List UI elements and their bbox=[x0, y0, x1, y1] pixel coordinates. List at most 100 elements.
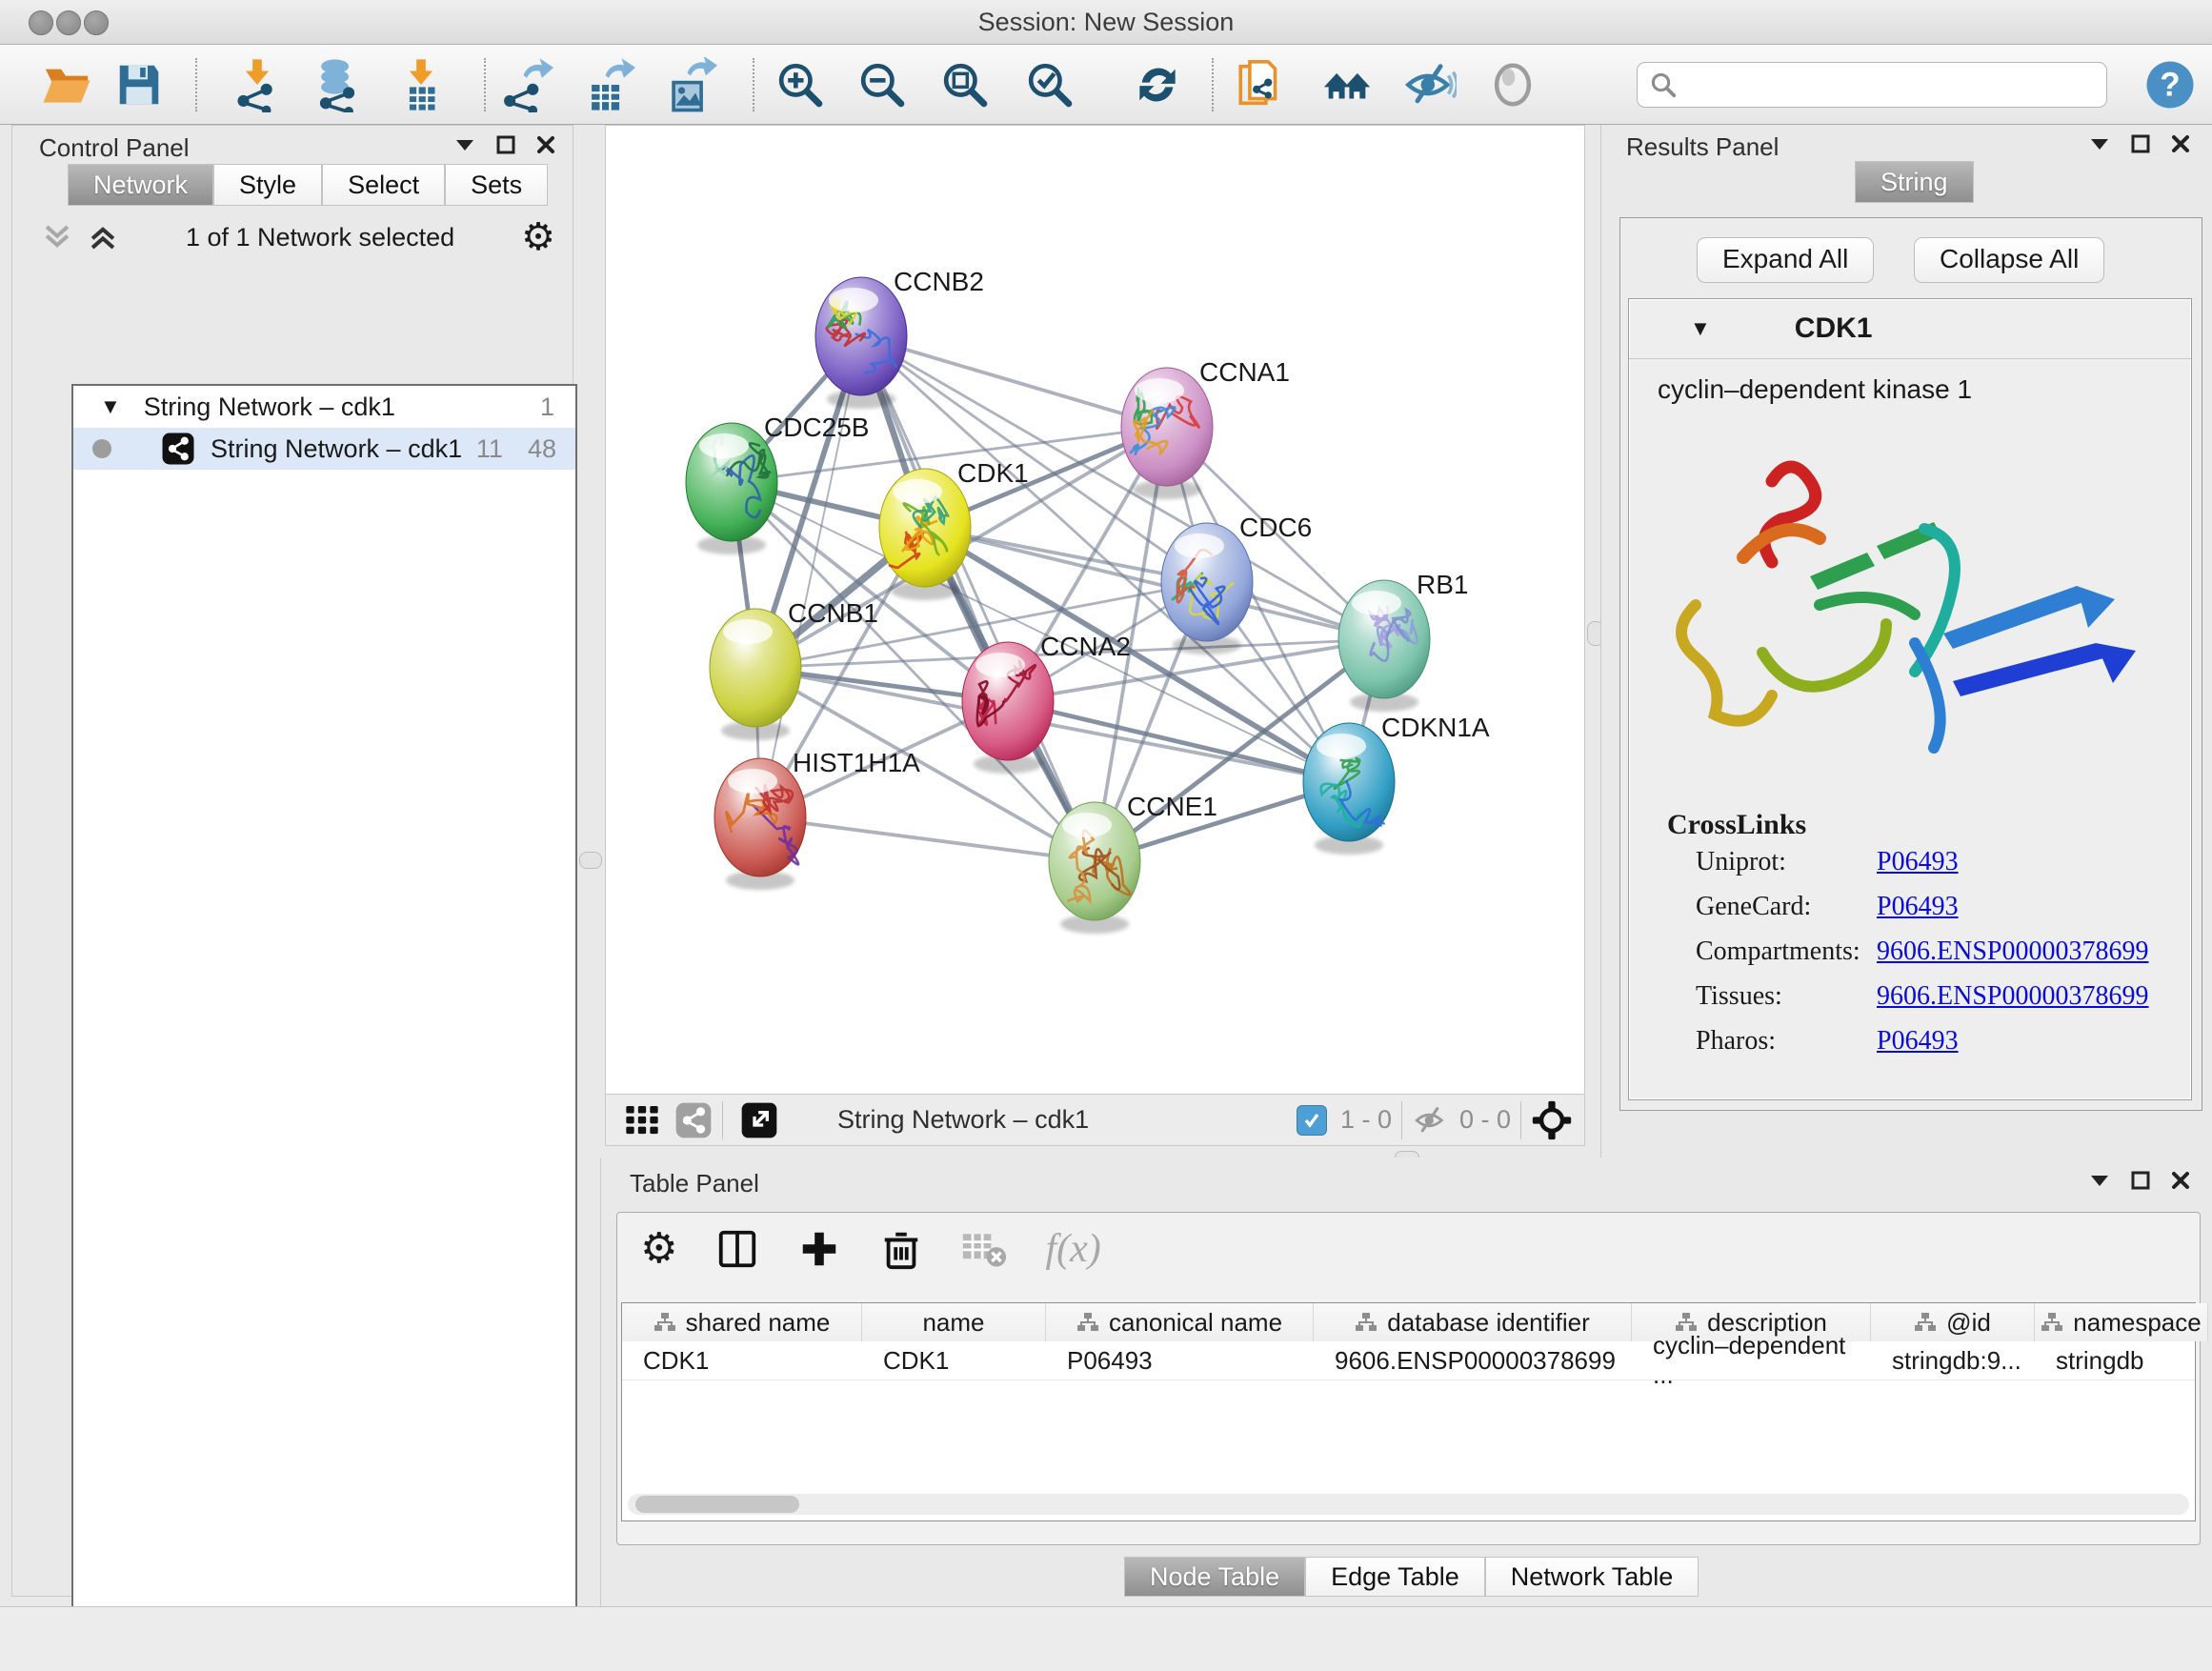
import-network-icon bbox=[230, 57, 285, 112]
network-status-dot bbox=[92, 439, 111, 458]
zoom-in-button[interactable] bbox=[772, 56, 829, 113]
network-node-CCNE1[interactable] bbox=[1049, 802, 1140, 934]
grid-view-icon[interactable] bbox=[623, 1101, 661, 1139]
close-panel-icon[interactable] bbox=[2171, 134, 2190, 153]
pan-crosshair-icon[interactable] bbox=[1531, 1099, 1573, 1141]
toolbar-separator bbox=[1212, 58, 1214, 111]
hide-unhide-button[interactable] bbox=[1400, 56, 1458, 113]
network-options-gear-icon[interactable]: ⚙ bbox=[521, 218, 555, 256]
crosslink-value-link[interactable]: P06493 bbox=[1877, 892, 1959, 922]
network-node-HIST1H1A[interactable] bbox=[714, 758, 806, 890]
column-tree-icon bbox=[1914, 1312, 1937, 1333]
import-network-button[interactable] bbox=[229, 56, 286, 113]
tab-network-table[interactable]: Network Table bbox=[1485, 1557, 1699, 1597]
birds-eye-view-icon[interactable] bbox=[740, 1101, 778, 1139]
close-panel-icon[interactable] bbox=[2171, 1171, 2190, 1190]
horizontal-scrollbar[interactable] bbox=[628, 1494, 2189, 1515]
network-node-CDC6[interactable] bbox=[1161, 523, 1253, 654]
publication-export-button[interactable] bbox=[1233, 56, 1290, 113]
network-node-CDC25B[interactable] bbox=[686, 423, 777, 554]
tab-sets[interactable]: Sets bbox=[445, 164, 548, 206]
panel-menu-icon[interactable] bbox=[2089, 137, 2110, 151]
expand-all-icon[interactable] bbox=[87, 223, 119, 252]
node-label: CDK1 bbox=[957, 458, 1029, 488]
table-cell[interactable]: 9606.ENSP00000378699 bbox=[1314, 1341, 1632, 1379]
network-edge[interactable] bbox=[861, 336, 1095, 861]
column-header-@id[interactable]: @id bbox=[1871, 1303, 2035, 1341]
export-table-icon bbox=[580, 57, 635, 112]
crosslink-value-link[interactable]: P06493 bbox=[1877, 1026, 1959, 1057]
delete-column-icon[interactable] bbox=[879, 1227, 923, 1271]
network-canvas[interactable]: CCNB2CCNA1CDC25BCDK1CDC6RB1CCNB1CCNA2CDK… bbox=[605, 125, 1585, 1096]
network-edge[interactable] bbox=[760, 336, 861, 817]
float-panel-icon[interactable] bbox=[496, 135, 515, 154]
import-table-button[interactable] bbox=[392, 56, 450, 113]
crosslink-value-link[interactable]: P06493 bbox=[1877, 847, 1959, 877]
open-session-button[interactable] bbox=[38, 56, 95, 113]
export-image-button[interactable] bbox=[661, 56, 718, 113]
show-columns-icon[interactable] bbox=[715, 1227, 759, 1271]
zoom-fit-button[interactable] bbox=[936, 56, 994, 113]
function-builder-icon: f(x) bbox=[1045, 1226, 1100, 1272]
export-network-button[interactable] bbox=[497, 56, 554, 113]
zoom-fit-icon bbox=[938, 58, 992, 111]
panel-menu-icon[interactable] bbox=[2089, 1174, 2110, 1187]
left-splitter-handle[interactable] bbox=[579, 852, 602, 869]
crosslink-value-link[interactable]: 9606.ENSP00000378699 bbox=[1877, 936, 2148, 967]
network-edge[interactable] bbox=[861, 336, 1167, 427]
column-header-canonical-name[interactable]: canonical name bbox=[1046, 1303, 1314, 1341]
table-cell[interactable]: CDK1 bbox=[862, 1341, 1046, 1379]
protein-card-header[interactable]: ▼ CDK1 bbox=[1629, 299, 2191, 359]
expand-all-button[interactable]: Expand All bbox=[1697, 237, 1874, 283]
homes-button[interactable] bbox=[1318, 56, 1376, 113]
network-node-CDKN1A[interactable] bbox=[1303, 723, 1395, 855]
collection-expander-icon[interactable]: ▼ bbox=[100, 394, 121, 419]
network-row[interactable]: String Network – cdk1 11 48 bbox=[73, 428, 575, 470]
column-header-name[interactable]: name bbox=[862, 1303, 1046, 1341]
tab-edge-table[interactable]: Edge Table bbox=[1305, 1557, 1485, 1597]
open-folder-icon bbox=[40, 58, 93, 111]
selected-checkbox[interactable] bbox=[1297, 1105, 1327, 1136]
close-panel-icon[interactable] bbox=[536, 135, 555, 154]
table-options-gear-icon[interactable]: ⚙ bbox=[640, 1228, 677, 1270]
float-panel-icon[interactable] bbox=[2131, 1171, 2150, 1190]
search-input[interactable] bbox=[1637, 62, 2107, 108]
tab-node-table[interactable]: Node Table bbox=[1124, 1557, 1305, 1597]
network-edge[interactable] bbox=[760, 817, 1095, 861]
table-cell[interactable]: stringdb:9... bbox=[1871, 1341, 2035, 1379]
network-collection-row[interactable]: ▼ String Network – cdk1 1 bbox=[73, 386, 575, 428]
tab-network[interactable]: Network bbox=[68, 164, 213, 206]
float-panel-icon[interactable] bbox=[2131, 134, 2150, 153]
add-column-icon[interactable] bbox=[797, 1227, 841, 1271]
network-share-gray-icon[interactable] bbox=[674, 1101, 713, 1139]
collapse-section-icon[interactable]: ▼ bbox=[1690, 316, 1711, 341]
save-session-button[interactable] bbox=[111, 56, 168, 113]
refresh-button[interactable] bbox=[1129, 56, 1186, 113]
network-edge[interactable] bbox=[1008, 701, 1349, 782]
scrollbar-thumb[interactable] bbox=[635, 1496, 799, 1513]
network-node-CCNB1[interactable] bbox=[710, 609, 801, 740]
table-cell[interactable]: stringdb bbox=[2035, 1341, 2208, 1379]
network-node-CCNB2[interactable] bbox=[815, 277, 907, 409]
column-header-namespace[interactable]: namespace bbox=[2035, 1303, 2208, 1341]
tab-style[interactable]: Style bbox=[213, 164, 322, 206]
import-network-from-database-button[interactable] bbox=[309, 56, 366, 113]
crosslink-value-link[interactable]: 9606.ENSP00000378699 bbox=[1877, 981, 2148, 1012]
tab-select[interactable]: Select bbox=[322, 164, 445, 206]
network-node-RB1[interactable] bbox=[1338, 580, 1430, 712]
collapse-all-icon[interactable] bbox=[41, 223, 73, 252]
zoom-selected-button[interactable] bbox=[1021, 56, 1078, 113]
zoom-out-button[interactable] bbox=[854, 56, 911, 113]
tab-string[interactable]: String bbox=[1855, 161, 1974, 203]
table-cell[interactable]: P06493 bbox=[1046, 1341, 1314, 1379]
help-button[interactable]: ? bbox=[2142, 56, 2199, 113]
column-header-database-identifier[interactable]: database identifier bbox=[1314, 1303, 1632, 1341]
show-graphics-button[interactable] bbox=[1484, 56, 1541, 113]
column-header-shared-name[interactable]: shared name bbox=[622, 1303, 862, 1341]
panel-menu-icon[interactable] bbox=[454, 138, 475, 151]
table-cell[interactable]: CDK1 bbox=[622, 1341, 862, 1379]
table-row[interactable]: CDK1CDK1P064939606.ENSP00000378699cyclin… bbox=[622, 1341, 2195, 1380]
collapse-all-button[interactable]: Collapse All bbox=[1914, 237, 2104, 283]
export-table-button[interactable] bbox=[579, 56, 636, 113]
table-cell[interactable]: cyclin–dependent ... bbox=[1632, 1341, 1871, 1379]
